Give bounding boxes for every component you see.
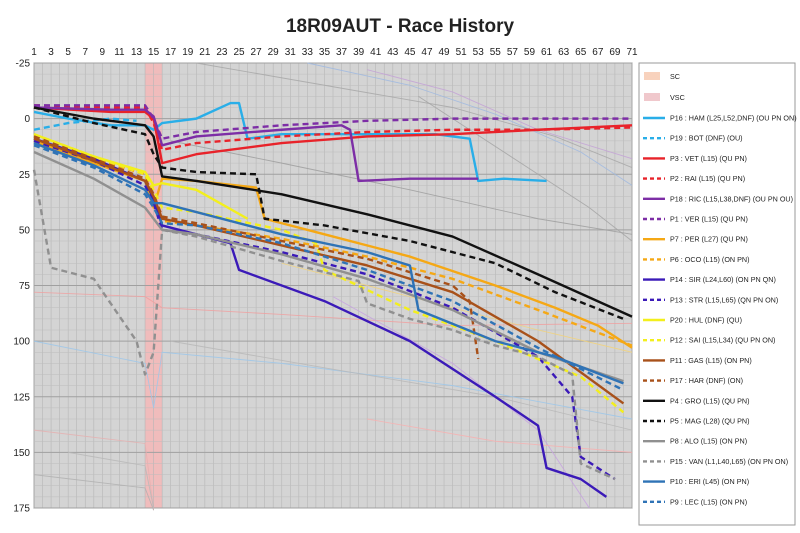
x-tick-label: 53 xyxy=(473,47,485,58)
x-tick-label: 49 xyxy=(438,47,450,58)
x-tick-label: 59 xyxy=(524,47,536,58)
x-tick-label: 61 xyxy=(541,47,553,58)
y-tick-label: 0 xyxy=(24,114,30,125)
legend-label: P15 : VAN (L1,L40,L65) (ON PN ON) xyxy=(670,457,788,466)
legend-label: VSC xyxy=(670,93,685,102)
chart-title: 18R09AUT - Race History xyxy=(286,16,515,37)
x-tick-label: 65 xyxy=(575,47,587,58)
legend-label: P19 : BOT (DNF) (OU) xyxy=(670,134,743,143)
x-tick-label: 45 xyxy=(404,47,416,58)
legend-label: P9 : LEC (L15) (ON PN) xyxy=(670,497,747,506)
x-tick-label: 15 xyxy=(148,47,160,58)
x-tick-label: 19 xyxy=(182,47,194,58)
x-tick-label: 67 xyxy=(592,47,604,58)
legend-label: P7 : PER (L27) (QU PN) xyxy=(670,235,748,244)
legend-label: P2 : RAI (L15) (QU PN) xyxy=(670,174,745,183)
legend-label: P12 : SAI (L15,L34) (QU PN ON) xyxy=(670,336,775,345)
x-tick-label: 17 xyxy=(165,47,177,58)
x-tick-label: 35 xyxy=(319,47,331,58)
legend-box xyxy=(638,62,796,526)
x-tick-label: 5 xyxy=(65,47,71,58)
legend-label: P14 : SIR (L24,L60) (ON PN QN) xyxy=(670,275,776,284)
legend-label: P8 : ALO (L15) (ON PN) xyxy=(670,437,747,446)
x-tick-label: 37 xyxy=(336,47,348,58)
y-tick-label: 75 xyxy=(19,281,31,292)
y-tick-label: 100 xyxy=(13,337,30,348)
x-tick-label: 31 xyxy=(285,47,297,58)
x-tick-label: 1 xyxy=(31,47,37,58)
x-tick-label: 13 xyxy=(131,47,143,58)
x-tick-label: 57 xyxy=(507,47,519,58)
legend-label: P13 : STR (L15,L65) (QN PN ON) xyxy=(670,295,778,304)
x-tick-label: 23 xyxy=(216,47,228,58)
x-tick-label: 71 xyxy=(626,47,638,58)
y-tick-label: 50 xyxy=(19,225,31,236)
y-tick-label: 175 xyxy=(13,504,30,515)
legend-label: P3 : VET (L15) (QU PN) xyxy=(670,154,747,163)
legend-swatch xyxy=(644,93,660,101)
x-tick-label: 63 xyxy=(558,47,570,58)
y-tick-label: 125 xyxy=(13,392,30,403)
legend-label: P20 : HUL (DNF) (QU) xyxy=(670,316,742,325)
x-tick-label: 11 xyxy=(114,47,125,58)
x-tick-label: 69 xyxy=(609,47,621,58)
legend-label: P16 : HAM (L25,L52,DNF) (OU PN ON) xyxy=(670,114,797,123)
x-tick-label: 33 xyxy=(302,47,314,58)
legend-label: P5 : MAG (L28) (QU PN) xyxy=(670,417,749,426)
x-tick-label: 51 xyxy=(456,47,468,58)
x-tick-label: 39 xyxy=(353,47,365,58)
legend-swatch xyxy=(644,72,660,80)
legend: SC VSC P16 : HAM (L25,L52,DNF) (OU PN ON) P… xyxy=(638,62,797,526)
legend-label: P17 : HAR (DNF) (ON) xyxy=(670,376,743,385)
y-tick-label: 25 xyxy=(19,170,31,181)
x-tick-label: 47 xyxy=(421,47,433,58)
x-tick-label: 55 xyxy=(490,47,502,58)
x-tick-label: 21 xyxy=(199,47,211,58)
legend-label: P4 : GRO (L15) (QU PN) xyxy=(670,396,749,405)
x-tick-label: 7 xyxy=(82,47,88,58)
x-tick-label: 9 xyxy=(100,47,106,58)
legend-label: P6 : OCO (L15) (ON PN) xyxy=(670,255,749,264)
legend-label: SC xyxy=(670,72,680,81)
x-tick-label: 27 xyxy=(251,47,263,58)
x-tick-label: 3 xyxy=(48,47,54,58)
legend-label: P1 : VER (L15) (QU PN) xyxy=(670,215,748,224)
legend-label: P11 : GAS (L15) (ON PN) xyxy=(670,356,752,365)
race-history-chart: 18R09AUT - Race History 1 3 5 7 9 11 13 15 17 19 2… xyxy=(0,0,800,533)
legend-label: P10 : ERI (L45) (ON PN) xyxy=(670,477,749,486)
legend-label: P18 : RIC (L15,L38,DNF) (OU PN OU) xyxy=(670,194,793,203)
x-tick-label: 29 xyxy=(268,47,280,58)
x-tick-label: 25 xyxy=(233,47,245,58)
y-tick-label: 150 xyxy=(13,448,30,459)
x-tick-label: 41 xyxy=(370,47,382,58)
x-tick-label: 43 xyxy=(387,47,399,58)
y-tick-label: -25 xyxy=(16,59,31,70)
